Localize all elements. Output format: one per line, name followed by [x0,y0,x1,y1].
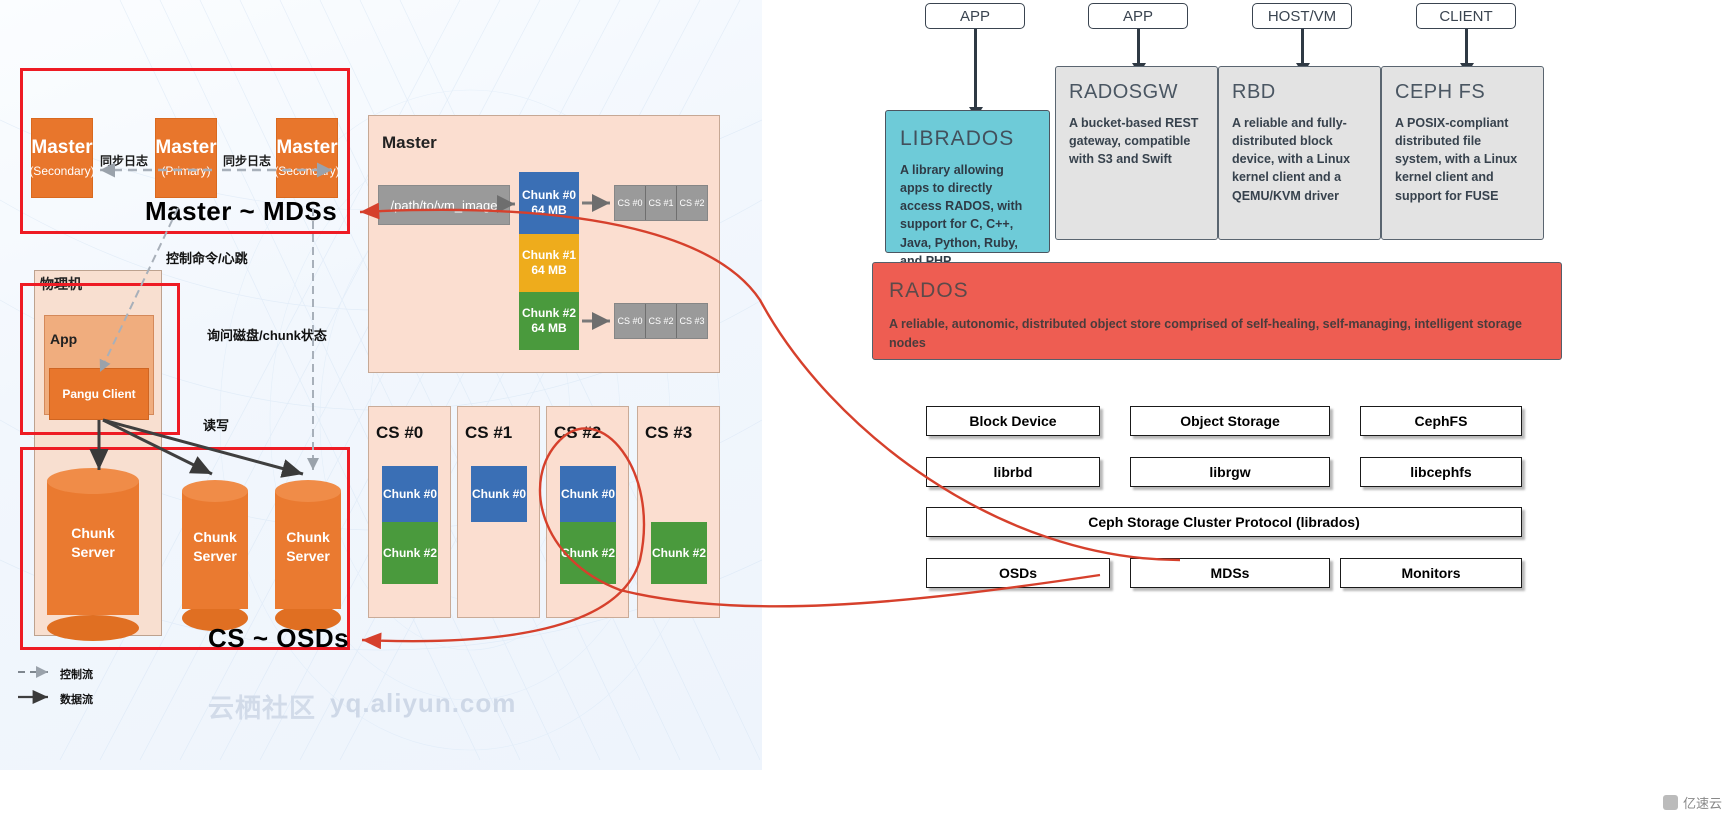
replica-cell: CS #3 [679,316,705,326]
replica-cell: CS #0 [615,304,646,338]
diagram-root: 云栖社区 yq.aliyun.com Master (Secondary) Ma… [0,0,1734,822]
stack-box-monitors: Monitors [1340,558,1522,588]
stack-box-mdss: MDSs [1130,558,1330,588]
replica-cell: CS #2 [646,304,677,338]
radosgw-card: RADOSGW A bucket-based REST gateway, com… [1055,66,1218,240]
radosgw-description: A bucket-based REST gateway, compatible … [1069,116,1199,167]
cs-chunk-block: Chunk #0 [560,466,616,522]
sync-log-label-right: 同步日志 [223,154,272,168]
master-node-title: Master [276,136,338,158]
stack-box-block-device: Block Device [926,406,1100,436]
arrow-hostvm-shaft [1301,29,1304,65]
chunk-server-2: Chunk Server [182,480,248,631]
rbd-card: RBD A reliable and fully-distributed blo… [1218,66,1381,240]
master-node-title: Master [31,136,93,158]
cs-column-title: CS #2 [554,423,602,442]
cs-chunk-block: Chunk #2 [651,522,707,584]
read-write-label: 读写 [203,418,230,433]
replica-row-chunk2: CS #0 CS #2 CS #3 [614,303,708,339]
cs-column-title: CS #1 [465,423,513,442]
arrow-app1-shaft [974,29,977,109]
master-node-role: (Primary) [161,164,211,179]
stack-box-osds: OSDs [926,558,1110,588]
chunk-block-size: 64 MB [531,203,567,217]
chunk-block-name: Chunk #0 [521,188,576,202]
arrow-app2-shaft [1137,29,1140,65]
chunk-server-label-line1: Chunk [193,529,237,545]
chunk-block-name: Chunk #1 [521,248,576,262]
client-pill-hostvm: HOST/VM [1252,3,1352,29]
cs-chunk-block: Chunk #0 [382,466,438,522]
cs-chunk-block: Chunk #0 [471,466,527,522]
rbd-title: RBD [1232,81,1276,103]
librados-title: LIBRADOS [900,127,1015,150]
cephfs-title: CEPH FS [1395,81,1486,103]
query-status-label: 询问磁盘/chunk状态 [207,328,327,343]
vm-image-path-box: /path/to/vm_image [378,185,510,225]
rados-band: RADOS A reliable, autonomic, distributed… [872,262,1562,360]
watermark-text: 云栖社区 [208,693,317,723]
stack-box-cephfs: CephFS [1360,406,1522,436]
replica-cell: CS #1 [646,186,677,220]
rbd-description: A reliable and fully-distributed block d… [1232,116,1351,203]
chunk-block-size: 64 MB [531,321,567,335]
chunk-server-3: Chunk Server [275,480,341,631]
radosgw-title: RADOSGW [1069,81,1179,103]
librados-description: A library allowing apps to directly acce… [900,163,1023,268]
arrow-client-shaft [1465,29,1468,65]
replica-cell: CS #2 [679,198,705,208]
chunk-server-label-line2: Server [71,543,115,560]
chunk-block-name: Chunk #2 [521,306,576,320]
chunk-server-1: Chunk Server [47,468,139,641]
rados-title: RADOS [889,279,969,302]
client-pill-app-1: APP [925,3,1025,29]
brand-icon [1662,795,1678,810]
master-node-primary: Master (Primary) [155,118,217,198]
control-flow-label: 控制命令/心跳 [166,251,248,266]
sync-log-label-left: 同步日志 [100,154,149,168]
chunk-block-size: 64 MB [531,263,567,277]
stack-box-librgw: librgw [1130,457,1330,487]
replica-cell: CS #0 [615,186,646,220]
pangu-client-box: Pangu Client [49,368,149,420]
ceph-architecture-panel: APP APP HOST/VM CLIENT LIBRADOS A librar… [762,0,1734,822]
rados-description: A reliable, autonomic, distributed objec… [889,317,1522,350]
stack-box-protocol: Ceph Storage Cluster Protocol (librados) [926,507,1522,537]
brand-watermark: 亿速云 [1662,793,1722,812]
chunk-block-2: Chunk #2 64 MB [519,292,579,350]
chunk-server-label-line2: Server [193,547,237,564]
legend-label-control: 控制流 [60,669,93,681]
stack-box-object-storage: Object Storage [1130,406,1330,436]
cs-chunk-block: Chunk #2 [382,522,438,584]
client-pill-client: CLIENT [1416,3,1516,29]
master-node-secondary-1: Master (Secondary) [29,118,95,198]
chunk-server-label-line1: Chunk [71,525,115,541]
cs-column-title: CS #3 [645,423,693,442]
chunk-server-label-line1: Chunk [286,529,330,545]
cephfs-description: A POSIX-compliant distributed file syste… [1395,116,1518,203]
app-label: App [50,331,78,347]
pangu-architecture-panel: 云栖社区 yq.aliyun.com Master (Secondary) Ma… [0,0,762,770]
client-pill-app-2: APP [1088,3,1188,29]
master-panel-title: Master [382,133,437,152]
cs-column-title: CS #0 [376,423,424,442]
master-node-role: (Secondary) [274,164,340,179]
stack-box-libcephfs: libcephfs [1360,457,1522,487]
replica-row-chunk0: CS #0 CS #1 CS #2 [614,185,708,221]
master-node-secondary-2: Master (Secondary) [274,118,340,198]
chunk-block-0: Chunk #0 64 MB [519,172,579,234]
brand-label: 亿速云 [1682,796,1722,811]
master-node-title: Master [155,136,217,158]
cephfs-card: CEPH FS A POSIX-compliant distributed fi… [1381,66,1544,240]
librados-card: LIBRADOS A library allowing apps to dire… [885,110,1050,268]
cs-chunk-block: Chunk #2 [560,522,616,584]
cs-osd-tagline: CS ~ OSDs [208,623,350,653]
chunk-server-label-line2: Server [286,547,330,564]
watermark-url: yq.aliyun.com [330,688,517,718]
master-node-role: (Secondary) [29,164,95,179]
master-mds-tagline: Master ~ MDSs [145,196,338,226]
stack-box-librbd: librbd [926,457,1100,487]
chunk-block-1: Chunk #1 64 MB [519,234,579,292]
legend-label-data: 数据流 [60,694,93,706]
